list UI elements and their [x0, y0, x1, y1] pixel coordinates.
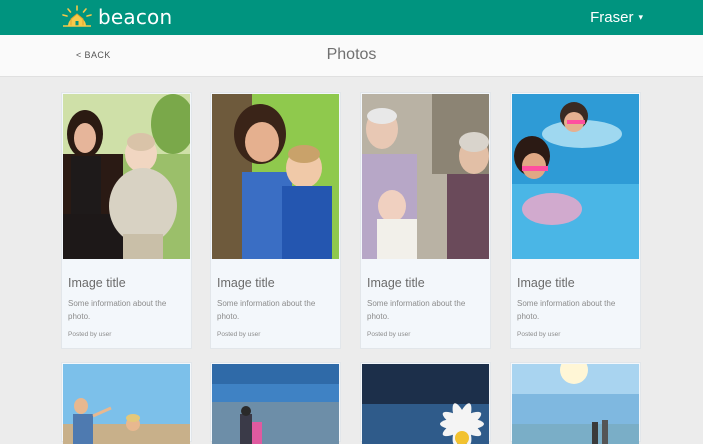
- top-bar: beacon Fraser ▾: [0, 0, 703, 35]
- photo-image[interactable]: [63, 94, 190, 259]
- card-description: Some information about the photo.: [517, 299, 616, 321]
- card-description: Some information about the photo.: [68, 299, 167, 321]
- photo-image[interactable]: [212, 94, 339, 259]
- page-title: Photos: [326, 46, 377, 63]
- photo-card[interactable]: [61, 362, 192, 444]
- user-name: Fraser: [590, 9, 634, 26]
- sub-header: < BACK Photos: [0, 35, 703, 77]
- photo-image[interactable]: [362, 94, 489, 259]
- card-title: Image title: [367, 276, 425, 290]
- photo-card[interactable]: [360, 362, 491, 444]
- chevron-down-icon: ▾: [638, 12, 643, 22]
- photo-image[interactable]: [512, 364, 639, 444]
- photo-card[interactable]: [510, 362, 641, 444]
- photo-card[interactable]: Image title Some information about the p…: [360, 92, 491, 349]
- photo-image[interactable]: [362, 364, 489, 444]
- card-title: Image title: [517, 276, 575, 290]
- card-title: Image title: [217, 276, 275, 290]
- photo-card[interactable]: Image title Some information about the p…: [210, 92, 341, 349]
- app-name: beacon: [98, 5, 173, 29]
- photo-image[interactable]: [212, 364, 339, 444]
- user-menu[interactable]: Fraser ▾: [590, 9, 643, 26]
- photo-image[interactable]: [63, 364, 190, 444]
- card-meta: Posted by user: [68, 331, 112, 338]
- photo-image[interactable]: [512, 94, 639, 259]
- card-description: Some information about the photo.: [217, 299, 316, 321]
- beacon-logo-icon: [62, 5, 92, 27]
- photo-card[interactable]: [210, 362, 341, 444]
- logo[interactable]: beacon: [60, 4, 172, 30]
- card-meta: Posted by user: [367, 331, 411, 338]
- card-meta: Posted by user: [217, 331, 261, 338]
- card-meta: Posted by user: [517, 331, 561, 338]
- card-description: Some information about the photo.: [367, 299, 466, 321]
- photo-card[interactable]: Image title Some information about the p…: [61, 92, 192, 349]
- card-title: Image title: [68, 276, 126, 290]
- photo-card[interactable]: Image title Some information about the p…: [510, 92, 641, 349]
